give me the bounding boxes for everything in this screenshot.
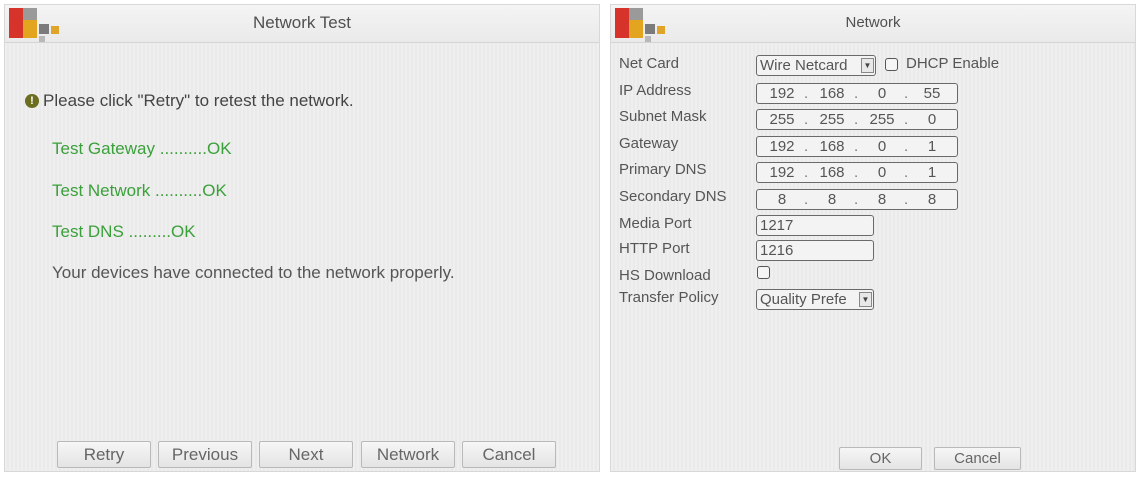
primary-dns-label: Primary DNS [619, 161, 707, 178]
next-button[interactable]: Next [259, 441, 353, 468]
ip-octet: 168 [804, 137, 857, 156]
result-message: Your devices have connected to the netwo… [52, 263, 455, 282]
subnet-mask-label: Subnet Mask [619, 108, 707, 125]
info-message: ! Please click "Retry" to retest the net… [25, 91, 354, 111]
ip-octet: 8 [854, 190, 907, 209]
info-icon: ! [25, 94, 39, 108]
chevron-down-icon: ▼ [859, 292, 872, 307]
media-port-field[interactable]: 1217 [756, 215, 874, 236]
net-card-value: Wire Netcard [760, 57, 848, 74]
dialog-titlebar: Network [611, 5, 1135, 43]
previous-button[interactable]: Previous [158, 441, 252, 468]
test-status: OK [206, 139, 232, 158]
ip-octet: 1 [904, 163, 957, 182]
gateway-label: Gateway [619, 135, 679, 152]
gateway-field[interactable]: 192 168 0 1 [756, 136, 958, 157]
dhcp-enable-checkbox[interactable] [885, 58, 898, 71]
ip-octet: 0 [904, 110, 957, 129]
ip-octet: 8 [904, 190, 957, 209]
http-port-field[interactable]: 1216 [756, 240, 874, 261]
ip-octet: 192 [769, 138, 795, 155]
retry-button[interactable]: Retry [57, 441, 151, 468]
ip-octet: 192 [769, 164, 795, 181]
test-name: Test DNS [52, 222, 124, 241]
hs-download-checkbox[interactable] [757, 266, 770, 279]
test-dns-line: Test DNS .........OK [52, 222, 196, 242]
secondary-dns-label: Secondary DNS [619, 188, 727, 205]
net-card-select[interactable]: Wire Netcard ▼ [756, 55, 876, 76]
ip-octet: 55 [904, 84, 957, 103]
ok-button[interactable]: OK [839, 447, 922, 470]
ip-octet: 0 [854, 84, 907, 103]
ip-octet: 8 [804, 190, 857, 209]
test-dots: .......... [155, 139, 207, 158]
hs-download-label: HS Download [619, 267, 711, 284]
network-test-dialog: Network Test ! Please click "Retry" to r… [4, 4, 600, 472]
secondary-dns-field[interactable]: 8 8 8 8 [756, 189, 958, 210]
ip-octet: 1 [904, 137, 957, 156]
network-button[interactable]: Network [361, 441, 455, 468]
dialog-title: Network [845, 14, 901, 31]
test-gateway-line: Test Gateway ..........OK [52, 139, 232, 159]
transfer-policy-select[interactable]: Quality Prefe ▼ [756, 289, 874, 310]
network-settings-dialog: Network Net Card Wire Netcard ▼ DHCP Ena… [610, 4, 1136, 472]
test-dots: ......... [123, 222, 172, 241]
dialog-titlebar: Network Test [5, 5, 599, 43]
transfer-policy-value: Quality Prefe [760, 291, 847, 308]
ip-address-label: IP Address [619, 82, 692, 99]
ip-octet: 192 [769, 85, 795, 102]
ip-octet: 168 [804, 84, 857, 103]
ip-octet: 168 [804, 163, 857, 182]
ip-address-field[interactable]: 192 168 0 55 [756, 83, 958, 104]
ip-octet: 255 [804, 110, 857, 129]
dhcp-enable-label: DHCP Enable [906, 55, 1000, 72]
ip-octet: 255 [854, 110, 907, 129]
net-card-label: Net Card [619, 55, 680, 72]
primary-dns-field[interactable]: 192 168 0 1 [756, 162, 958, 183]
chevron-down-icon: ▼ [861, 58, 874, 73]
test-name: Test Gateway [52, 139, 155, 158]
ip-octet: 0 [854, 163, 907, 182]
cancel-button[interactable]: Cancel [462, 441, 556, 468]
subnet-mask-field[interactable]: 255 255 255 0 [756, 109, 958, 130]
ip-octet: 255 [769, 111, 795, 128]
test-name: Test Network [52, 181, 151, 200]
test-dots: .......... [150, 181, 203, 200]
test-status: OK [171, 222, 196, 241]
http-port-label: HTTP Port [619, 240, 690, 257]
test-status: OK [202, 181, 227, 200]
media-port-label: Media Port [619, 215, 692, 232]
test-network-line: Test Network ..........OK [52, 181, 227, 201]
info-message-text: Please click "Retry" to retest the netwo… [43, 91, 354, 110]
dialog-title: Network Test [253, 13, 351, 32]
cancel-button[interactable]: Cancel [934, 447, 1021, 470]
ip-octet: 0 [854, 137, 907, 156]
ip-octet: 8 [777, 191, 787, 208]
transfer-policy-label: Transfer Policy [619, 289, 719, 306]
